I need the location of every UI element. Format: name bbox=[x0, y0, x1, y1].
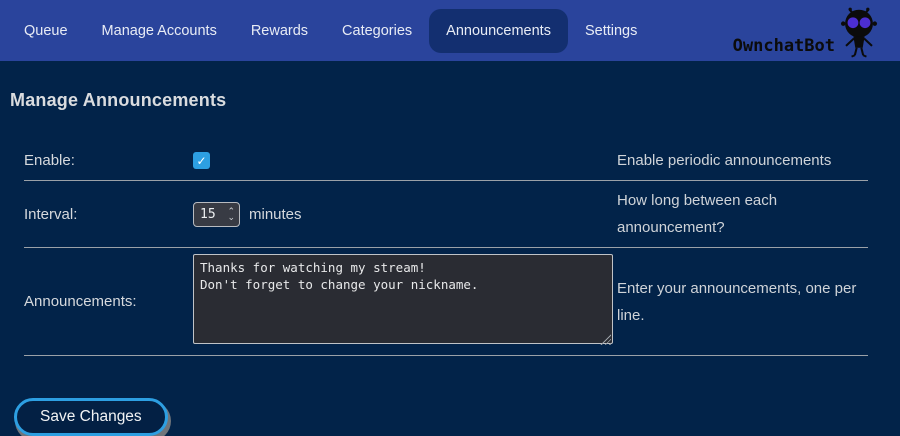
announcements-textarea[interactable]: Thanks for watching my stream! Don't for… bbox=[193, 254, 613, 344]
nav-item-manage-accounts[interactable]: Manage Accounts bbox=[85, 9, 234, 53]
nav-item-rewards[interactable]: Rewards bbox=[234, 9, 325, 53]
interval-label: Interval: bbox=[24, 206, 193, 223]
save-changes-button[interactable]: Save Changes bbox=[14, 398, 168, 436]
announcements-form: Enable: ✓ Enable periodic announcements … bbox=[24, 141, 868, 356]
nav-item-categories[interactable]: Categories bbox=[325, 9, 429, 53]
enable-help-text: Enable periodic announcements bbox=[617, 147, 868, 174]
nav-item-settings[interactable]: Settings bbox=[568, 9, 654, 53]
top-navigation: QueueManage AccountsRewardsCategoriesAnn… bbox=[0, 0, 900, 61]
announcements-label: Announcements: bbox=[24, 293, 193, 310]
page-title: Manage Announcements bbox=[10, 90, 900, 111]
enable-checkbox[interactable]: ✓ bbox=[193, 152, 210, 169]
checkmark-icon: ✓ bbox=[196, 155, 206, 167]
form-row-enable: Enable: ✓ Enable periodic announcements bbox=[24, 141, 868, 181]
interval-input[interactable] bbox=[200, 207, 222, 222]
ownchatbot-robot-icon bbox=[836, 6, 882, 58]
form-row-announcements: Announcements: Thanks for watching my st… bbox=[24, 248, 868, 356]
interval-help-text: How long between each announcement? bbox=[617, 187, 868, 241]
form-actions: Save Changes bbox=[14, 398, 900, 436]
spinner-down-icon[interactable]: ⌄ bbox=[227, 214, 235, 220]
ownchatbot-logo: OwnchatBot bbox=[733, 0, 882, 61]
nav-item-queue[interactable]: Queue bbox=[7, 9, 85, 53]
interval-input-wrap: ⌃ ⌄ bbox=[193, 202, 240, 227]
interval-spinner[interactable]: ⌃ ⌄ bbox=[227, 208, 235, 220]
announcements-help-text: Enter your announcements, one per line. bbox=[617, 275, 868, 329]
form-row-interval: Interval: ⌃ ⌄ minutes How long between e… bbox=[24, 181, 868, 248]
interval-unit-label: minutes bbox=[249, 206, 302, 223]
nav: QueueManage AccountsRewardsCategoriesAnn… bbox=[7, 0, 654, 61]
enable-label: Enable: bbox=[24, 152, 193, 169]
nav-item-announcements[interactable]: Announcements bbox=[429, 9, 568, 53]
logo-text: OwnchatBot bbox=[733, 36, 835, 56]
